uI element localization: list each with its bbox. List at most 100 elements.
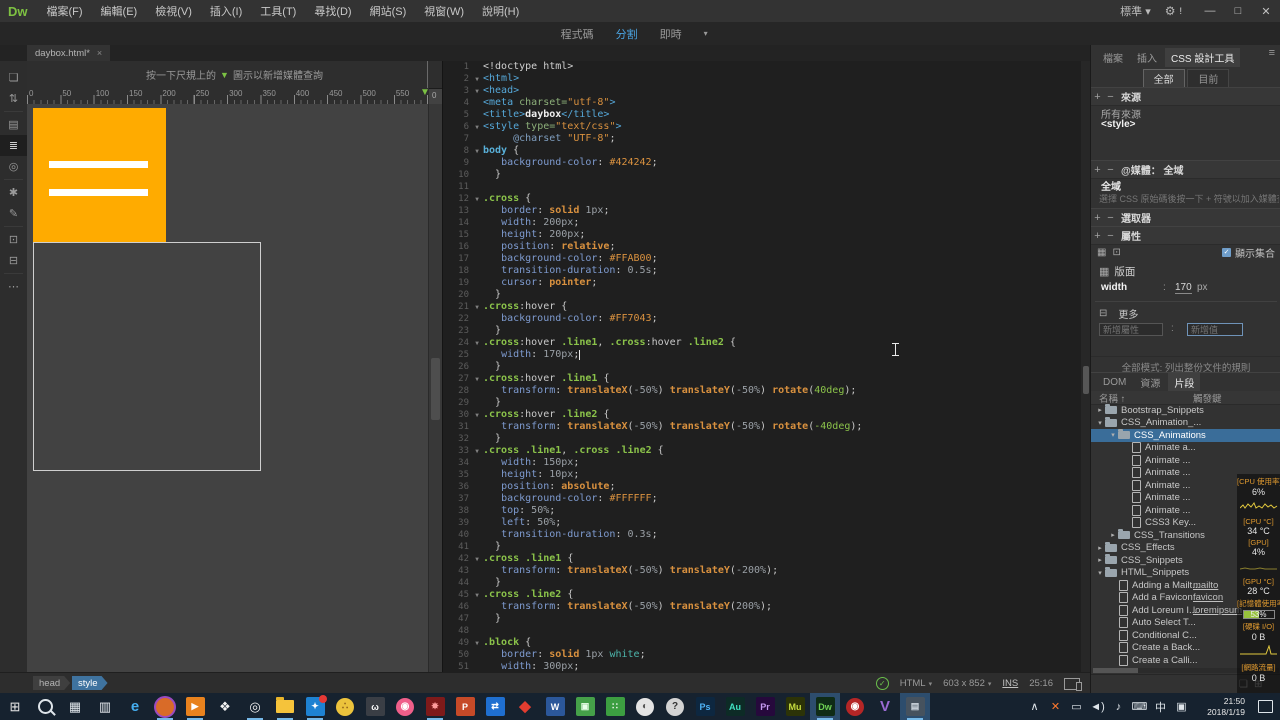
target-app-icon[interactable]: ◎ xyxy=(240,693,270,720)
snippets-tab-資源[interactable]: 資源 xyxy=(1134,373,1166,392)
start-button[interactable]: ⊞ xyxy=(0,693,30,720)
tree-expand-icon[interactable]: ▸ xyxy=(1108,531,1118,539)
snippets-icon[interactable]: ✱ xyxy=(0,182,27,203)
gom-player-icon[interactable]: ◐ xyxy=(630,693,660,720)
code-editor[interactable]: 1<!doctype html>2▼<html>3▼<head>4<meta c… xyxy=(442,61,1091,672)
fold-arrow-icon[interactable]: ▼ xyxy=(471,589,483,601)
file-management-icon[interactable]: ⇅ xyxy=(0,88,27,109)
add-selector-button[interactable]: + xyxy=(1091,212,1104,224)
style-source-item[interactable]: <style> xyxy=(1101,119,1135,130)
tree-expand-icon[interactable]: ▸ xyxy=(1095,544,1105,552)
panel-menu-icon[interactable]: ≡ xyxy=(1269,47,1275,59)
code-line-9[interactable]: 9 background-color: #424242; xyxy=(443,157,1081,169)
panel-tab-檔案[interactable]: 檔案 xyxy=(1097,48,1129,67)
photoshop-icon[interactable]: Ps xyxy=(690,693,720,720)
panel-tab-插入[interactable]: 插入 xyxy=(1131,48,1163,67)
code-line-17[interactable]: 17 background-color: #FFAB00; xyxy=(443,253,1081,265)
code-line-51[interactable]: 51 width: 300px; xyxy=(443,661,1081,672)
code-lines[interactable]: 1<!doctype html>2▼<html>3▼<head>4<meta c… xyxy=(443,61,1081,672)
snippet-trigger[interactable]: favicon xyxy=(1193,592,1223,603)
code-line-4[interactable]: 4<meta charset="utf-8"> xyxy=(443,97,1081,109)
window-app-icon[interactable]: ▤ xyxy=(900,693,930,720)
format-source-code-icon[interactable]: ≣ xyxy=(0,135,27,156)
close-button[interactable]: ✕ xyxy=(1252,5,1280,18)
code-line-34[interactable]: 34 width: 150px; xyxy=(443,457,1081,469)
code-line-28[interactable]: 28 transform: translateX(-50%) translate… xyxy=(443,385,1081,397)
green-pixels-icon[interactable]: ∷ xyxy=(600,693,630,720)
code-line-42[interactable]: 42▼.cross .line1 { xyxy=(443,553,1081,565)
code-line-8[interactable]: 8▼body { xyxy=(443,145,1081,157)
code-line-48[interactable]: 48 xyxy=(443,625,1081,637)
menu-工具(T)[interactable]: 工具(T) xyxy=(251,6,305,18)
add-property-button[interactable]: + xyxy=(1091,230,1104,242)
code-line-43[interactable]: 43 transform: translateX(-50%) translate… xyxy=(443,565,1081,577)
view-tab-分割[interactable]: 分割 xyxy=(616,26,638,42)
tab-close-icon[interactable]: × xyxy=(97,48,102,58)
more-filter-icon[interactable]: ⊡ xyxy=(1112,247,1120,258)
tree-expand-icon[interactable]: ▾ xyxy=(1108,431,1118,439)
code-line-49[interactable]: 49▼.block { xyxy=(443,637,1081,649)
add-source-button[interactable]: + xyxy=(1091,91,1104,103)
editor-scrollbar-thumb[interactable] xyxy=(1083,366,1089,394)
cross-element[interactable] xyxy=(33,108,166,243)
remove-media-button[interactable]: − xyxy=(1104,164,1117,176)
device-preview-icon[interactable] xyxy=(1064,678,1080,690)
firefox-icon[interactable] xyxy=(150,693,180,720)
code-line-30[interactable]: 30▼.cross:hover .line2 { xyxy=(443,409,1081,421)
fold-arrow-icon[interactable]: ▼ xyxy=(471,145,483,157)
code-line-22[interactable]: 22 background-color: #FF7043; xyxy=(443,313,1081,325)
menu-編輯(E)[interactable]: 編輯(E) xyxy=(92,6,147,18)
hidden-icons-chevron[interactable]: ∧ xyxy=(1024,700,1045,713)
media-player-icon[interactable]: ▶ xyxy=(180,693,210,720)
fold-arrow-icon[interactable]: ▼ xyxy=(471,373,483,385)
remove-property-button[interactable]: − xyxy=(1104,230,1117,242)
tree-file-Animate a...[interactable]: Animate a... xyxy=(1091,442,1280,455)
ime-language-icon[interactable]: 中 xyxy=(1150,699,1171,715)
mode-all-button[interactable]: 全部 xyxy=(1143,69,1185,88)
file-explorer-icon[interactable] xyxy=(270,693,300,720)
menu-說明(H)[interactable]: 說明(H) xyxy=(473,6,528,18)
code-line-11[interactable]: 11 xyxy=(443,181,1081,193)
code-line-50[interactable]: 50 border: solid 1px white; xyxy=(443,649,1081,661)
tree-folder-CSS_Animations[interactable]: ▾CSS_Animations xyxy=(1091,429,1280,442)
property-value[interactable]: 170 xyxy=(1175,282,1192,294)
window-size-dropdown[interactable]: 603 x 852▾ xyxy=(943,678,991,689)
insert-mode-indicator[interactable]: INS xyxy=(1002,678,1018,689)
menu-尋找(D)[interactable]: 尋找(D) xyxy=(305,6,360,18)
volume-tray-icon[interactable]: ◄) xyxy=(1087,701,1108,713)
column-name[interactable]: 名稱 ↑ xyxy=(1099,391,1125,405)
code-line-24[interactable]: 24▼.cross:hover .line1, .cross:hover .li… xyxy=(443,337,1081,349)
word-icon[interactable]: W xyxy=(540,693,570,720)
menu-檔案(F)[interactable]: 檔案(F) xyxy=(38,6,92,18)
visual-studio-icon[interactable]: V xyxy=(870,693,900,720)
code-line-29[interactable]: 29 } xyxy=(443,397,1081,409)
code-line-32[interactable]: 32 } xyxy=(443,433,1081,445)
snippet-trigger[interactable]: mailto xyxy=(1193,580,1218,591)
fold-arrow-icon[interactable]: ▼ xyxy=(471,637,483,649)
tree-folder-CSS_Animation_...[interactable]: ▾CSS_Animation_... xyxy=(1091,417,1280,430)
menu-視窗(W)[interactable]: 視窗(W) xyxy=(415,6,473,18)
code-line-19[interactable]: 19 cursor: pointer; xyxy=(443,277,1081,289)
code-line-44[interactable]: 44 } xyxy=(443,577,1081,589)
red-diamond-icon[interactable]: ◆ xyxy=(510,693,540,720)
minimize-button[interactable]: — xyxy=(1196,5,1224,17)
property-unit[interactable]: px xyxy=(1197,282,1208,293)
add-property-input[interactable] xyxy=(1099,323,1163,336)
code-line-6[interactable]: 6▼<style type="text/css"> xyxy=(443,121,1081,133)
owl-app-icon[interactable]: ◉ xyxy=(390,693,420,720)
edge-icon[interactable]: e xyxy=(120,693,150,720)
code-line-46[interactable]: 46 transform: translateX(-50%) translate… xyxy=(443,601,1081,613)
snippets-tab-片段[interactable]: 片段 xyxy=(1168,373,1200,392)
audition-icon[interactable]: Au xyxy=(720,693,750,720)
red-app-icon[interactable]: ✸ xyxy=(420,693,450,720)
task-view-button[interactable]: ▦ xyxy=(60,693,90,720)
snippet-trigger[interactable]: loremipsum xyxy=(1193,605,1242,616)
snippets-hscrollbar-thumb[interactable] xyxy=(1093,668,1138,673)
fox-app-icon[interactable]: ❖ xyxy=(210,693,240,720)
palette-app-icon[interactable]: ∴ xyxy=(330,693,360,720)
music-tray-icon[interactable]: ♪ xyxy=(1108,701,1129,713)
more-toolbar-icon[interactable]: ⋯ xyxy=(0,276,27,297)
dreamweaver-icon[interactable]: Dw xyxy=(810,693,840,720)
view-tab-即時[interactable]: 即時 xyxy=(660,26,682,42)
horizontal-ruler[interactable]: 050100150200250300350400450500550 xyxy=(27,88,429,105)
